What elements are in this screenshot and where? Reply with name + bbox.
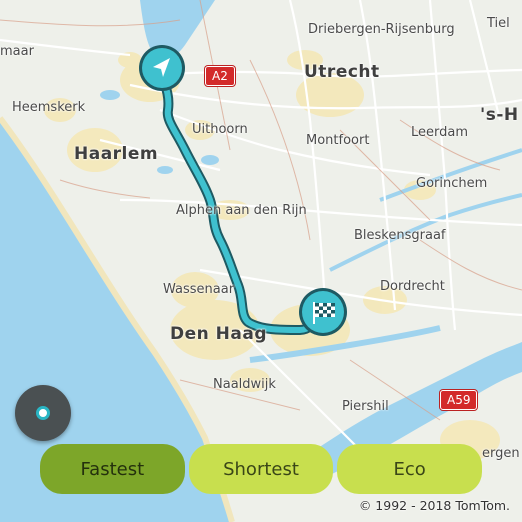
route-shortest-button[interactable]: Shortest	[188, 444, 334, 494]
place-label-dordrecht: Dordrecht	[380, 279, 445, 294]
place-label-haarlem: Haarlem	[74, 144, 159, 164]
place-label-den-haag: Den Haag	[170, 324, 268, 344]
place-label-alphen: Alphen aan den Rijn	[176, 203, 307, 218]
place-label-bergen: ergen	[482, 446, 520, 461]
place-label-tiel: Tiel	[487, 16, 510, 31]
navigation-arrow-icon[interactable]	[139, 45, 185, 91]
place-label-maar: maar	[0, 44, 34, 59]
place-label-montfoort: Montfoort	[306, 133, 370, 148]
route-options-bar: Fastest Shortest Eco	[40, 444, 483, 494]
place-label-uithoorn: Uithoorn	[192, 122, 248, 137]
route-fastest-button[interactable]: Fastest	[40, 444, 185, 494]
place-label-driebergen: Driebergen-Rijsenburg	[308, 22, 455, 37]
place-label-gorinchem: Gorinchem	[416, 176, 488, 191]
place-label-piershil: Piershil	[342, 399, 389, 414]
road-shield-a59: A59	[440, 390, 478, 410]
place-label-bleskensgraaf: Bleskensgraaf	[354, 228, 446, 243]
place-label-heemskerk: Heemskerk	[12, 100, 86, 115]
place-label-utrecht: Utrecht	[304, 62, 380, 82]
place-label-leerdam: Leerdam	[411, 125, 469, 140]
place-label-wassenaar: Wassenaar	[163, 282, 235, 297]
current-location-icon	[36, 406, 50, 420]
copyright-notice: © 1992 - 2018 TomTom.	[358, 498, 510, 513]
current-location-button[interactable]	[15, 385, 71, 441]
route-eco-button[interactable]: Eco	[337, 444, 483, 494]
place-label-s-hertogenbosch: 's-H	[480, 105, 519, 125]
checkered-flag-icon[interactable]	[299, 288, 347, 336]
road-shield-a2: A2	[205, 66, 235, 86]
place-label-naaldwijk: Naaldwijk	[213, 377, 276, 392]
